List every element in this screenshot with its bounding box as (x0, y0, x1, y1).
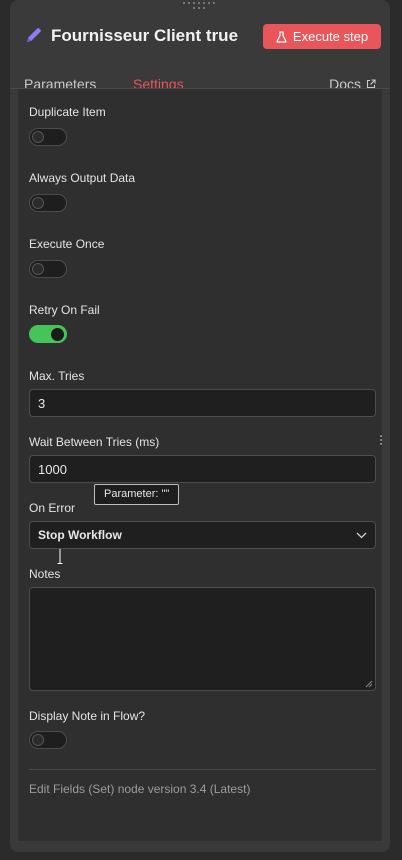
max-tries-input[interactable]: 3 (29, 389, 376, 417)
node-settings-panel: Fournisseur Client true Execute step Par… (10, 0, 390, 852)
wait-between-tries-label: Wait Between Tries (ms) (29, 435, 160, 449)
wait-between-tries-input[interactable]: 1000 (29, 455, 376, 483)
pencil-icon[interactable] (24, 25, 44, 45)
execute-step-button[interactable]: Execute step (263, 24, 381, 49)
settings-content: Duplicate Item Always Output Data Execut… (18, 89, 382, 841)
node-version-note: Edit Fields (Set) node version 3.4 (Late… (29, 782, 251, 796)
resize-handle-icon[interactable] (365, 680, 373, 688)
on-error-select[interactable]: Stop Workflow (29, 521, 376, 549)
retry-on-fail-label: Retry On Fail (29, 303, 100, 317)
duplicate-item-label: Duplicate Item (29, 105, 106, 119)
max-tries-label: Max. Tries (29, 369, 85, 383)
execute-once-toggle[interactable] (29, 260, 67, 278)
parameter-tooltip: Parameter: "" (94, 484, 179, 505)
execute-step-label: Execute step (292, 29, 369, 44)
footer-divider (29, 769, 376, 770)
panel-header: Fournisseur Client true Execute step Par… (10, 12, 390, 99)
display-note-label: Display Note in Flow? (29, 709, 146, 723)
execute-once-label: Execute Once (29, 237, 105, 251)
duplicate-item-toggle[interactable] (29, 128, 67, 146)
notes-label: Notes (29, 567, 61, 581)
text-cursor-icon (57, 548, 63, 564)
drag-handle[interactable] (182, 2, 216, 10)
node-title[interactable]: Fournisseur Client true (51, 26, 238, 46)
flask-icon (276, 30, 287, 43)
on-error-value: Stop Workflow (38, 528, 122, 542)
retry-on-fail-toggle[interactable] (29, 325, 67, 343)
always-output-data-toggle[interactable] (29, 194, 67, 212)
field-options-icon[interactable] (380, 435, 383, 447)
notes-textarea[interactable] (29, 587, 376, 691)
display-note-toggle[interactable] (29, 731, 67, 749)
on-error-label: On Error (29, 501, 76, 515)
chevron-down-icon (356, 532, 367, 538)
always-output-data-label: Always Output Data (29, 171, 136, 185)
